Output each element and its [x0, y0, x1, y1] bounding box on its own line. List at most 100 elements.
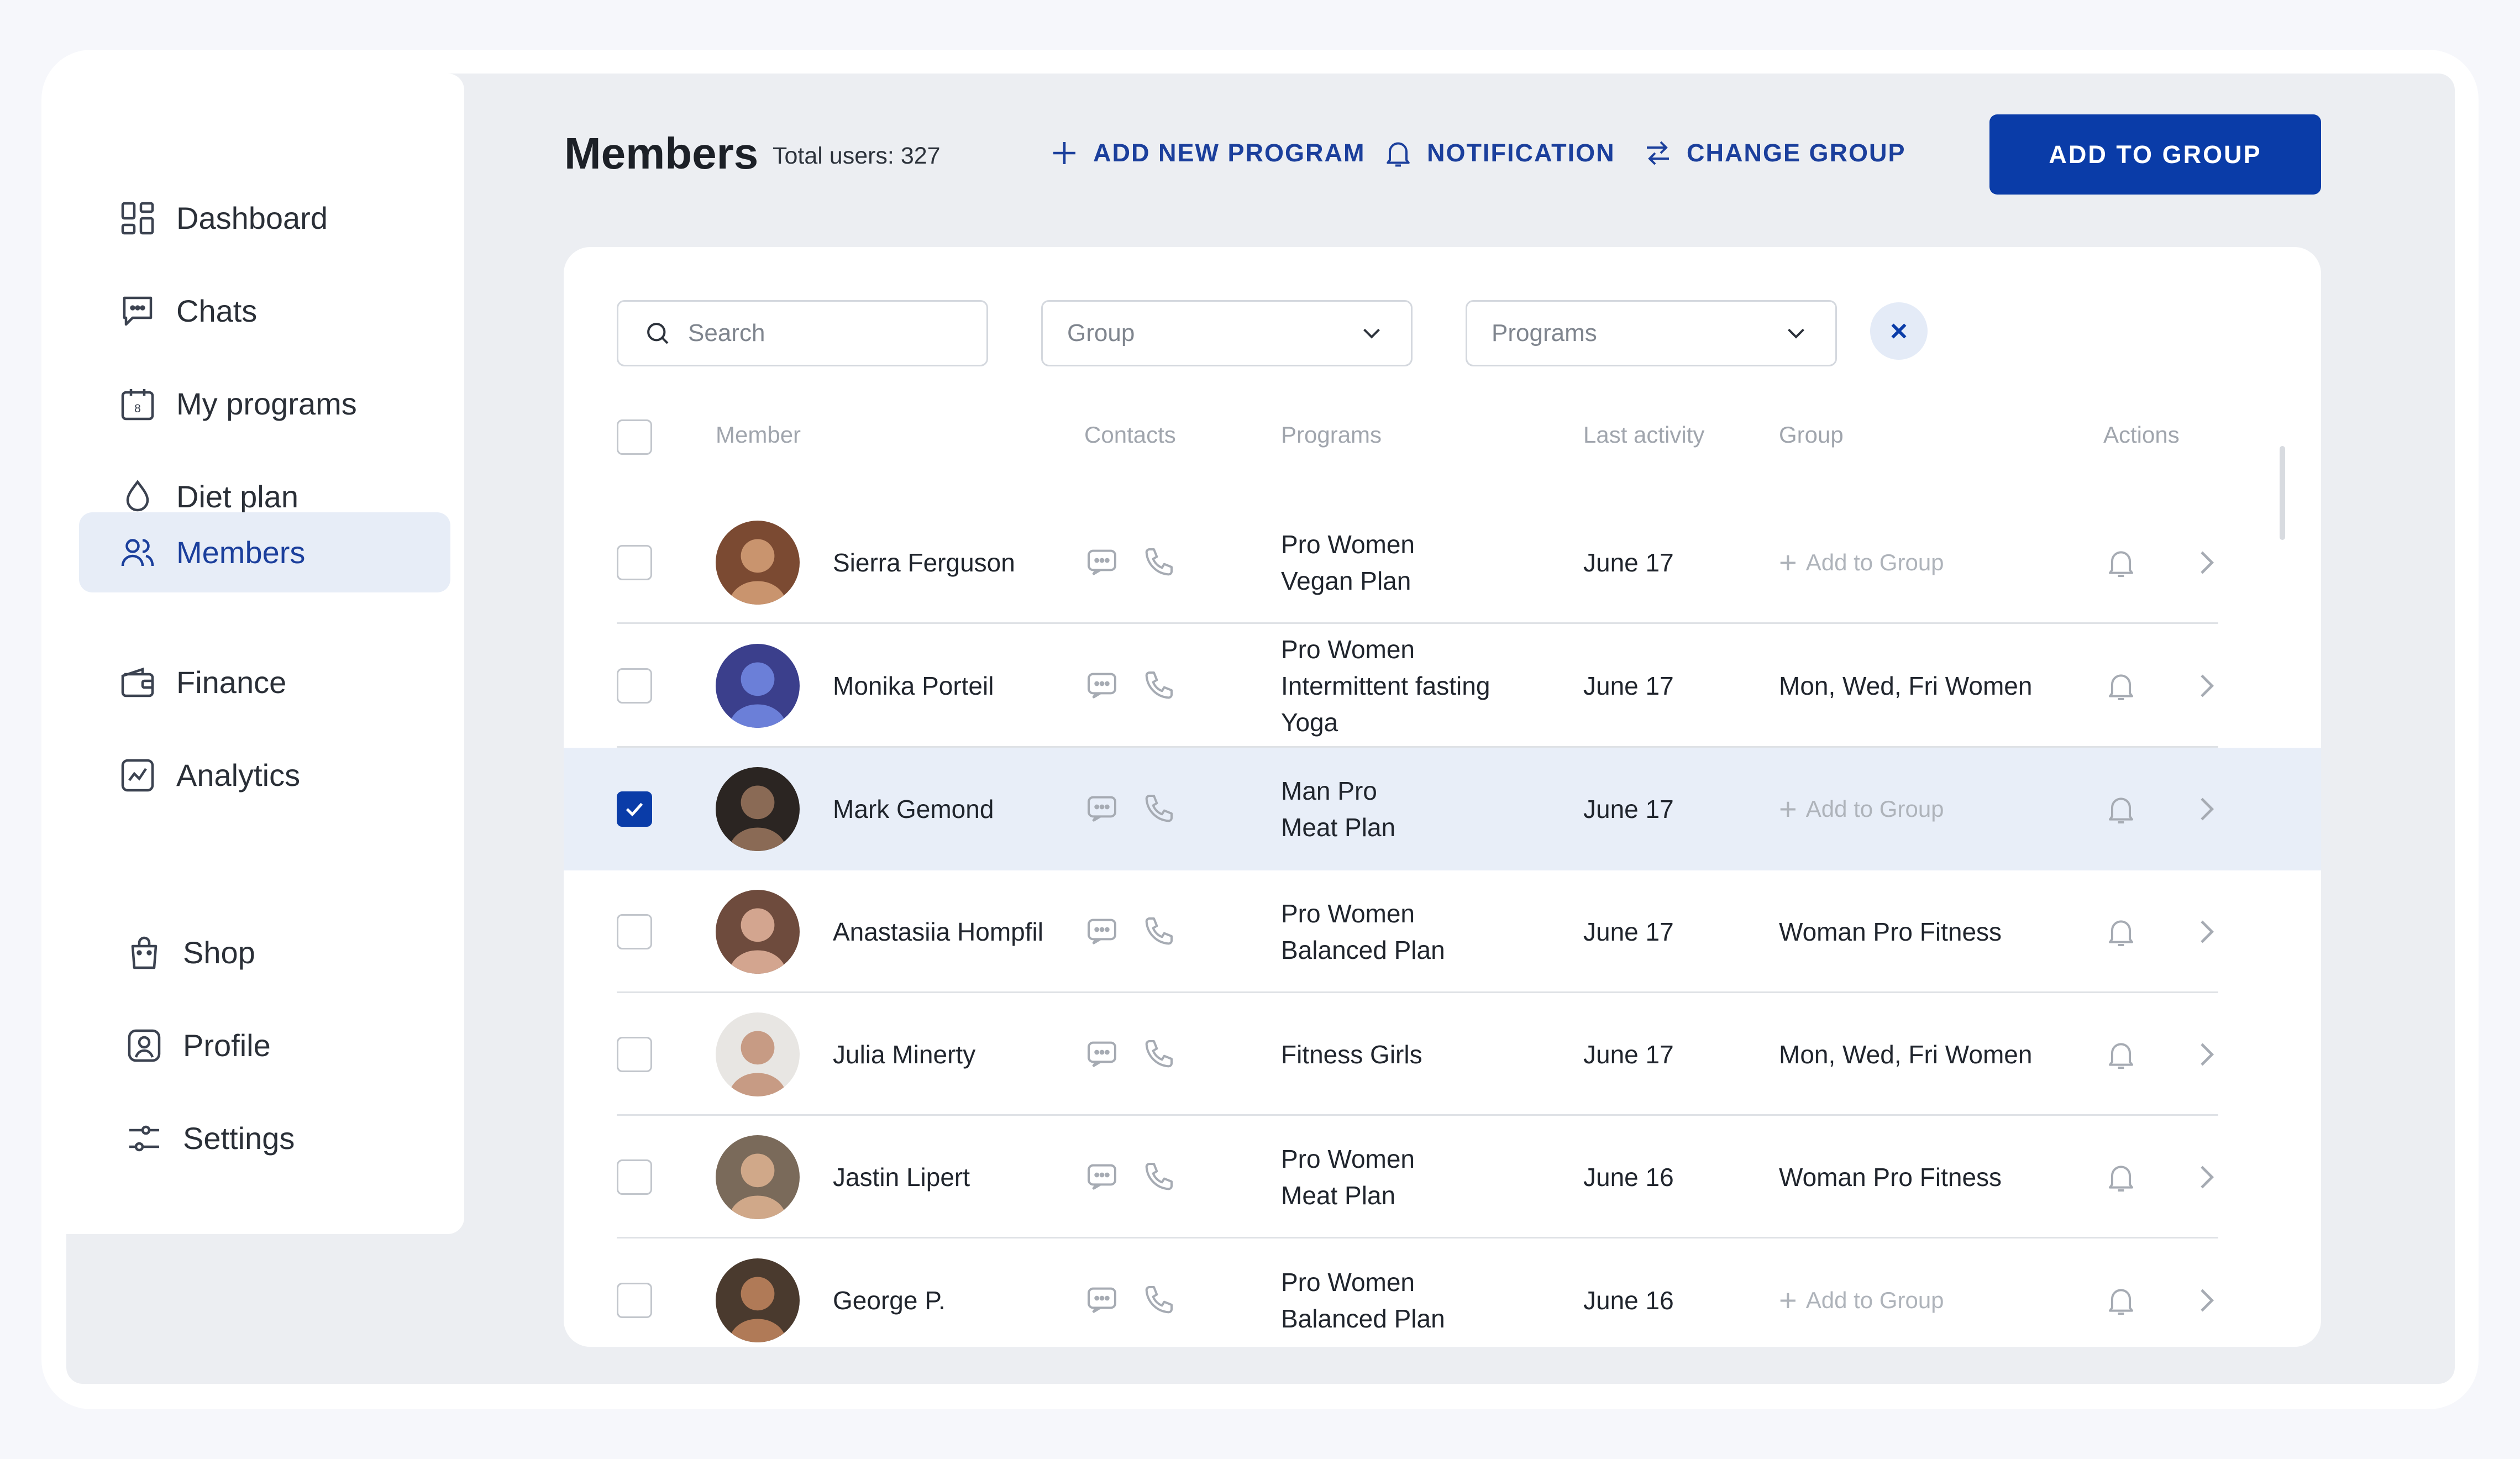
phone-icon[interactable] [1141, 668, 1176, 704]
member-name[interactable]: Monika Porteil [833, 668, 994, 704]
chevron-right-icon[interactable] [2188, 791, 2224, 827]
drop-icon [126, 479, 149, 511]
phone-icon[interactable] [1141, 914, 1176, 949]
program-line: Meat Plan [1281, 813, 1396, 842]
member-name[interactable]: George P. [833, 1282, 946, 1319]
chat-icon[interactable] [1084, 668, 1120, 704]
member-programs: Man Pro Meat Plan [1281, 773, 1395, 846]
program-line: Pro Women [1281, 899, 1415, 928]
table-row[interactable]: Julia Minerty Fitness Girls June 17 Mon,… [564, 993, 2321, 1116]
members-panel: Search Group Programs Member Contacts Pr… [564, 247, 2321, 1347]
phone-icon[interactable] [1141, 1283, 1176, 1318]
add-to-group-link[interactable]: + Add to Group [1779, 791, 1944, 826]
row-checkbox[interactable] [617, 1159, 652, 1195]
notification-button[interactable]: NOTIFICATION [1382, 137, 1615, 170]
group-dropdown[interactable]: Group [1041, 300, 1413, 366]
add-to-group-link[interactable]: + Add to Group [1779, 547, 1944, 578]
program-line: Fitness Girls [1281, 1040, 1422, 1069]
sidebar-item-label: Shop [183, 935, 255, 970]
table-row[interactable]: Jastin Lipert Pro Women Meat Plan June 16… [564, 1116, 2321, 1238]
sidebar-item-dashboard[interactable]: Dashboard [79, 178, 450, 258]
avatar [716, 1135, 800, 1219]
chevron-right-icon[interactable] [2188, 545, 2224, 580]
dashboard-icon [121, 202, 154, 234]
chevron-right-icon[interactable] [2188, 1283, 2224, 1318]
sidebar-item-label: Members [176, 535, 306, 570]
sidebar-item-shop[interactable]: Shop [79, 912, 450, 993]
bell-icon[interactable] [2103, 668, 2139, 704]
column-header-group: Group [1779, 422, 1844, 448]
phone-icon[interactable] [1141, 545, 1176, 580]
member-programs: Pro Women Meat Plan [1281, 1141, 1415, 1214]
member-name[interactable]: Anastasiia Hompfil [833, 914, 1043, 950]
chat-icon[interactable] [1084, 1037, 1120, 1072]
program-line: Pro Women [1281, 635, 1415, 664]
programs-dropdown[interactable]: Programs [1466, 300, 1837, 366]
chat-icon[interactable] [1084, 1159, 1120, 1195]
analytics-icon [121, 759, 154, 791]
chat-icon[interactable] [1084, 914, 1120, 949]
bell-icon[interactable] [2103, 791, 2139, 827]
row-checkbox[interactable] [617, 1283, 652, 1318]
chevron-right-icon[interactable] [2188, 1159, 2224, 1195]
add-to-group-link[interactable]: + Add to Group [1779, 1285, 1944, 1316]
member-name[interactable]: Jastin Lipert [833, 1159, 970, 1195]
member-programs: Fitness Girls [1281, 1036, 1422, 1073]
sidebar-item-profile[interactable]: Profile [79, 1005, 450, 1085]
chat-icon[interactable] [1084, 1283, 1120, 1318]
add-to-group-button[interactable]: ADD TO GROUP [1989, 114, 2321, 195]
sidebar-item-analytics[interactable]: Analytics [79, 735, 450, 815]
member-name[interactable]: Mark Gemond [833, 791, 994, 827]
sidebar-item-label: My programs [176, 386, 357, 421]
row-checkbox[interactable] [617, 668, 652, 704]
bell-icon [1387, 142, 1410, 167]
sidebar-item-chats[interactable]: Chats [79, 271, 450, 351]
select-all-checkbox[interactable] [617, 419, 652, 455]
table-row[interactable]: Sierra Ferguson Pro Women Vegan Plan June… [564, 501, 2321, 624]
avatar [716, 521, 800, 605]
program-line: Balanced Plan [1281, 1304, 1445, 1333]
member-name[interactable]: Julia Minerty [833, 1036, 975, 1073]
group-name: Mon, Wed, Fri Women [1779, 1040, 2033, 1069]
checkmark-icon [626, 802, 643, 817]
bell-icon[interactable] [2103, 1159, 2139, 1195]
add-new-program-label: ADD NEW PROGRAM [1093, 139, 1366, 167]
clear-filters-button[interactable] [1870, 302, 1928, 360]
chevron-right-icon[interactable] [2188, 1037, 2224, 1072]
chevron-down-icon [1363, 328, 1380, 339]
phone-icon[interactable] [1141, 791, 1176, 827]
bell-icon[interactable] [2103, 1037, 2139, 1072]
program-line: Balanced Plan [1281, 936, 1445, 964]
phone-icon[interactable] [1141, 1037, 1176, 1072]
sidebar-item-members[interactable]: Members [79, 512, 450, 592]
last-activity: June 17 [1583, 795, 1674, 823]
bell-icon[interactable] [2103, 914, 2139, 949]
row-checkbox[interactable] [617, 791, 652, 827]
add-new-program-button[interactable]: ADD NEW PROGRAM [1048, 137, 1365, 170]
search-input[interactable]: Search [617, 300, 988, 366]
table-row[interactable]: Mark Gemond Man Pro Meat Plan June 17 + Ad… [564, 748, 2321, 870]
member-programs: Pro Women Vegan Plan [1281, 526, 1415, 599]
shopping-bag-icon [131, 936, 158, 969]
chat-icon[interactable] [1084, 791, 1120, 827]
table-row[interactable]: Monika Porteil Pro Women Intermittent fas… [564, 624, 2321, 748]
row-checkbox[interactable] [617, 1037, 652, 1072]
table-row[interactable]: Anastasiia Hompfil Pro Women Balanced Pla… [564, 870, 2321, 993]
avatar [716, 1258, 800, 1342]
sidebar-item-my-programs[interactable]: 8 My programs [79, 364, 450, 444]
member-name[interactable]: Sierra Ferguson [833, 544, 1015, 581]
row-checkbox[interactable] [617, 914, 652, 949]
chevron-right-icon[interactable] [2188, 668, 2224, 704]
sidebar-item-settings[interactable]: Settings [79, 1098, 450, 1178]
last-activity: June 17 [1583, 917, 1674, 946]
plus-icon: + [1779, 791, 1797, 826]
change-group-button[interactable]: CHANGE GROUP [1641, 137, 1906, 170]
chevron-right-icon[interactable] [2188, 914, 2224, 949]
chat-icon[interactable] [1084, 545, 1120, 580]
phone-icon[interactable] [1141, 1159, 1176, 1195]
bell-icon[interactable] [2103, 1283, 2139, 1318]
sidebar-item-finance[interactable]: Finance [79, 642, 450, 722]
bell-icon[interactable] [2103, 545, 2139, 580]
table-row[interactable]: George P. Pro Women Balanced Plan June 16… [564, 1238, 2321, 1347]
row-checkbox[interactable] [617, 545, 652, 580]
